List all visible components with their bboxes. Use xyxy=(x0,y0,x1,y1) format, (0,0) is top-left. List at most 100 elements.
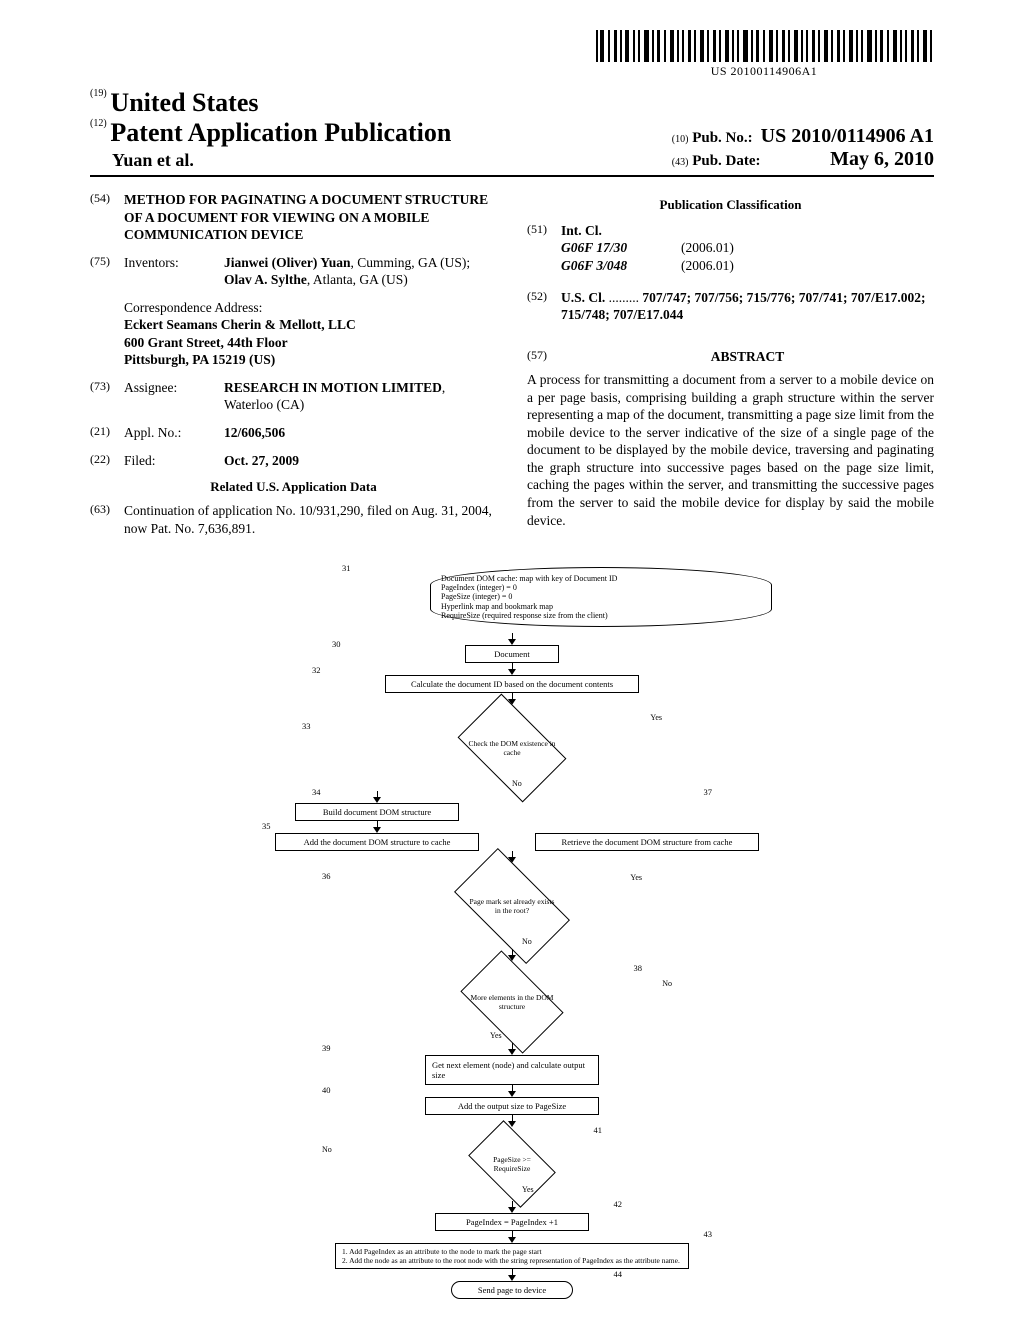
header: (19) United States (12) Patent Applicati… xyxy=(90,88,934,177)
uscl-block: U.S. Cl. ......... 707/747; 707/756; 715… xyxy=(561,289,934,324)
label-yes-36: Yes xyxy=(630,873,642,882)
node-37: Retrieve the document DOM structure from… xyxy=(535,833,759,851)
pubdate-value: May 6, 2010 xyxy=(800,148,934,171)
related-data-head: Related U.S. Application Data xyxy=(90,479,497,496)
ref-32: 32 xyxy=(312,665,321,675)
publication-type-line: (12) Patent Application Publication xyxy=(90,118,451,148)
header-right: (10) Pub. No.: US 2010/0114906 A1 (43) P… xyxy=(672,125,934,171)
continuation-num: (63) xyxy=(90,502,124,537)
label-no-36: No xyxy=(522,937,532,946)
node-44: Send page to device xyxy=(451,1281,573,1299)
abstract-block: (57) ABSTRACT A process for transmitting… xyxy=(527,348,934,529)
pubno-num: (10) xyxy=(672,134,689,145)
inventor-2-loc: , Atlanta, GA (US) xyxy=(307,272,408,287)
inventors-num: (75) xyxy=(90,254,124,289)
inventors-row: (75) Inventors: Jianwei (Oliver) Yuan, C… xyxy=(90,254,497,289)
intcl-code-0: G06F 17/30 xyxy=(561,239,681,257)
node-42: PageIndex = PageIndex +1 xyxy=(435,1213,589,1231)
right-column: Publication Classification (51) Int. Cl.… xyxy=(527,191,934,547)
node-30: Document xyxy=(465,645,559,663)
uscl-num: (52) xyxy=(527,289,561,324)
correspondence-block: Correspondence Address: Eckert Seamans C… xyxy=(124,299,497,369)
ref-44: 44 xyxy=(614,1269,623,1279)
node-36: Page mark set already exists in the root… xyxy=(454,848,570,964)
label-yes-33: Yes xyxy=(650,713,662,722)
uscl-dots: ......... xyxy=(605,290,639,305)
intcl-label: Int. Cl. xyxy=(561,222,934,240)
inventors-value: Jianwei (Oliver) Yuan, Cumming, GA (US);… xyxy=(224,254,497,289)
abstract-num: (57) xyxy=(527,348,561,366)
inventors-label: Inventors: xyxy=(124,254,224,289)
pubno-label: Pub. No.: xyxy=(692,130,752,147)
intcl-row: (51) Int. Cl. G06F 17/30 (2006.01) G06F … xyxy=(527,222,934,275)
assignee-row: (73) Assignee: RESEARCH IN MOTION LIMITE… xyxy=(90,379,497,414)
continuation-row: (63) Continuation of application No. 10/… xyxy=(90,502,497,537)
node-35: Add the document DOM structure to cache xyxy=(275,833,479,851)
intcl-block: Int. Cl. G06F 17/30 (2006.01) G06F 3/048… xyxy=(561,222,934,275)
intcl-item-1: G06F 3/048 (2006.01) xyxy=(561,257,934,275)
filed-label: Filed: xyxy=(124,452,224,470)
label-no-38: No xyxy=(662,979,672,988)
pub-title: Patent Application Publication xyxy=(110,118,451,147)
ref-36: 36 xyxy=(322,871,331,881)
title-num: (54) xyxy=(90,191,124,244)
correspondence-label: Correspondence Address: xyxy=(124,299,497,317)
ref-40: 40 xyxy=(322,1085,331,1095)
node-32: Calculate the document ID based on the d… xyxy=(385,675,639,693)
title-row: (54) METHOD FOR PAGINATING A DOCUMENT ST… xyxy=(90,191,497,244)
correspondence-addr2: Pittsburgh, PA 15219 (US) xyxy=(124,351,497,369)
node-41: PageSize >= RequireSize xyxy=(468,1120,556,1208)
pubno-value: US 2010/0114906 A1 xyxy=(761,125,934,148)
ref-31: 31 xyxy=(342,563,351,573)
correspondence-name: Eckert Seamans Cherin & Mellott, LLC xyxy=(124,316,497,334)
intcl-date-1: (2006.01) xyxy=(681,257,734,275)
pubdate-num: (43) xyxy=(672,157,689,168)
ref-43: 43 xyxy=(704,1229,713,1239)
ref-33: 33 xyxy=(302,721,311,731)
pubdate-label: Pub. Date: xyxy=(692,153,760,170)
intcl-num: (51) xyxy=(527,222,561,275)
label-yes-38: Yes xyxy=(490,1031,502,1040)
continuation-text: Continuation of application No. 10/931,2… xyxy=(124,502,497,537)
row-34-37: Build document DOM structure 35 Add the … xyxy=(252,791,772,851)
pubno-line: (10) Pub. No.: US 2010/0114906 A1 xyxy=(672,125,934,148)
flowchart-note: Document DOM cache: map with key of Docu… xyxy=(430,567,772,627)
barcode: US 20100114906A1 xyxy=(594,30,934,79)
assignee-name: RESEARCH IN MOTION LIMITED xyxy=(224,380,442,395)
ref-30: 30 xyxy=(332,639,341,649)
label-yes-41: Yes xyxy=(522,1185,534,1194)
applno-num: (21) xyxy=(90,424,124,442)
ref-42: 42 xyxy=(614,1199,623,1209)
flowchart: 31 Document DOM cache: map with key of D… xyxy=(252,567,772,1299)
uscl-label: U.S. Cl. xyxy=(561,290,605,305)
assignee-label: Assignee: xyxy=(124,379,224,414)
filed-row: (22) Filed: Oct. 27, 2009 xyxy=(90,452,497,470)
country-num: (19) xyxy=(90,88,107,99)
node-39: Get next element (node) and calculate ou… xyxy=(425,1055,599,1085)
applno-value: 12/606,506 xyxy=(224,424,497,442)
node-43: 1. Add PageIndex as an attribute to the … xyxy=(335,1243,689,1269)
inventor-1-name: Jianwei (Oliver) Yuan xyxy=(224,255,351,270)
abstract-text: A process for transmitting a document fr… xyxy=(527,371,934,529)
inventor-1-loc: , Cumming, GA (US); xyxy=(351,255,471,270)
header-left: (19) United States (12) Patent Applicati… xyxy=(90,88,451,171)
node-38: More elements in the DOM structure xyxy=(460,950,563,1053)
applno-label: Appl. No.: xyxy=(124,424,224,442)
barcode-block: US 20100114906A1 xyxy=(90,30,934,80)
country-line: (19) United States xyxy=(90,88,451,118)
ref-38: 38 xyxy=(634,963,643,973)
assignee-num: (73) xyxy=(90,379,124,414)
inventor-2-name: Olav A. Sylthe xyxy=(224,272,307,287)
filed-value: Oct. 27, 2009 xyxy=(224,452,497,470)
label-no-41: No xyxy=(322,1145,332,1154)
label-no-33: No xyxy=(512,779,522,788)
ref-41: 41 xyxy=(594,1125,603,1135)
intcl-item-0: G06F 17/30 (2006.01) xyxy=(561,239,934,257)
ref-35: 35 xyxy=(262,821,271,831)
left-column: (54) METHOD FOR PAGINATING A DOCUMENT ST… xyxy=(90,191,497,547)
assignee-value: RESEARCH IN MOTION LIMITED, Waterloo (CA… xyxy=(224,379,497,414)
country-name: United States xyxy=(110,88,258,117)
node-34: Build document DOM structure xyxy=(295,803,459,821)
applno-row: (21) Appl. No.: 12/606,506 xyxy=(90,424,497,442)
barcode-text: US 20100114906A1 xyxy=(594,64,934,79)
